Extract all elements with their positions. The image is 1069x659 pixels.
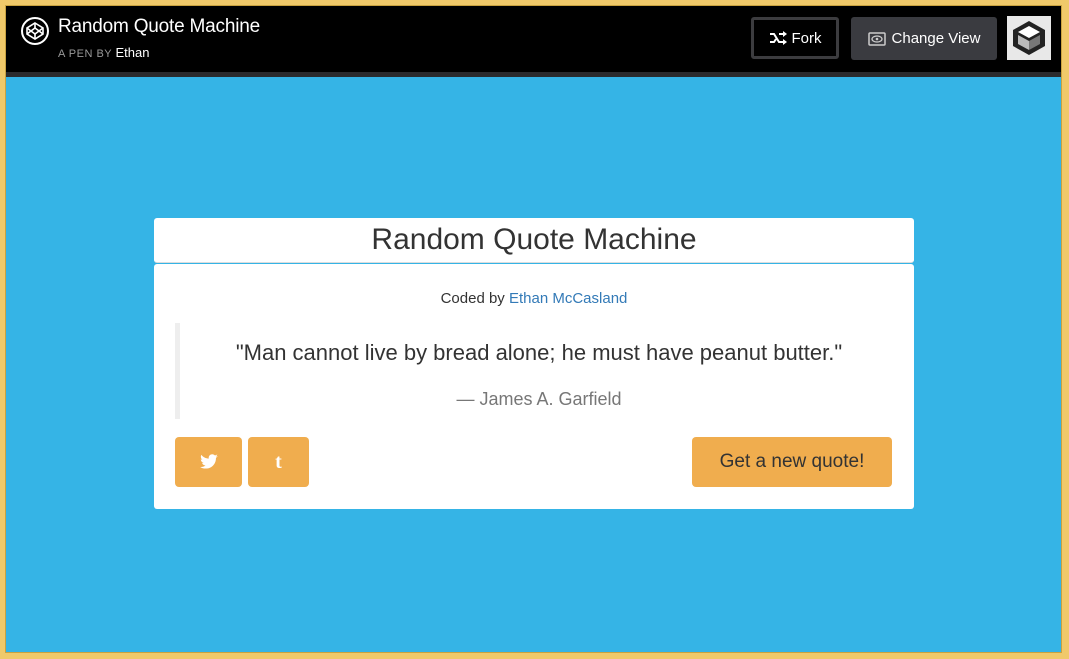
pen-byline: A PEN BY Ethan [58,45,149,60]
new-quote-button[interactable]: Get a new quote! [692,437,892,487]
tweet-button[interactable] [175,437,242,487]
user-avatar[interactable] [1007,16,1051,60]
fork-label: Fork [791,29,822,47]
credit-prefix: Coded by [440,290,505,307]
fork-button[interactable]: Fork [751,17,839,59]
tumblr-button[interactable]: t [248,437,309,487]
fork-icon [769,31,787,45]
tumblr-icon: t [275,450,282,473]
blockquote: "Man cannot live by bread alone; he must… [175,323,898,419]
preview-frame: Random Quote Machine A PEN BY Ethan Fork… [5,5,1062,653]
quote-card: Coded by Ethan McCasland "Man cannot liv… [154,264,914,509]
credit-line: Coded by Ethan McCasland [154,290,914,307]
pen-author-link[interactable]: Ethan [116,45,150,60]
twitter-icon [199,454,218,469]
byline-prefix: A PEN BY [58,48,112,60]
codepen-header: Random Quote Machine A PEN BY Ethan Fork… [6,6,1061,77]
change-view-label: Change View [891,30,981,47]
eye-icon [867,31,886,46]
pen-title[interactable]: Random Quote Machine [58,16,260,38]
coder-link[interactable]: Ethan McCasland [509,290,627,307]
codepen-logo-icon[interactable] [20,16,50,46]
card-heading: Random Quote Machine [154,218,914,263]
quote-text: "Man cannot live by bread alone; he must… [235,340,843,365]
quote-author: — James A. Garfield [456,389,622,409]
change-view-button[interactable]: Change View [851,17,997,60]
